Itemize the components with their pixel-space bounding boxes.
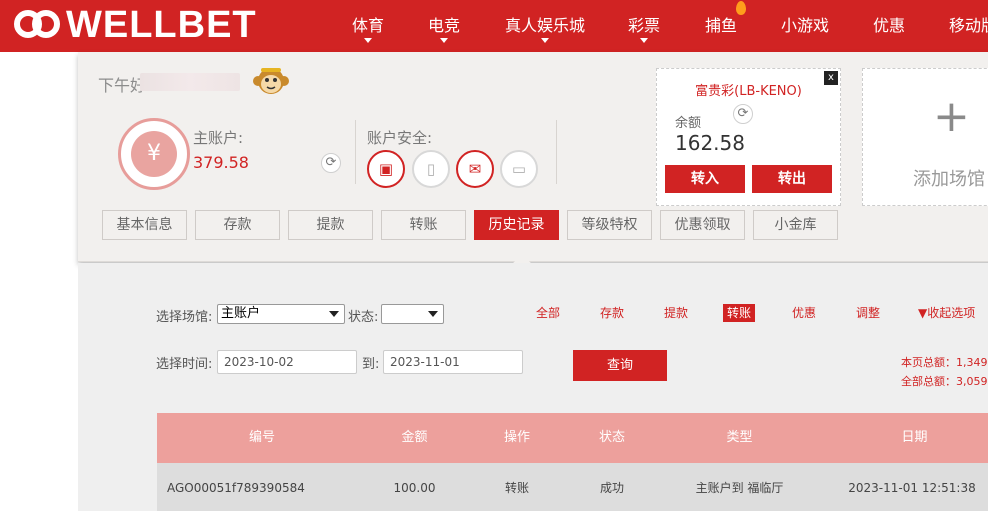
account-security-label: 账户安全:	[367, 129, 433, 147]
wallet-balance-label: 余额	[675, 116, 702, 131]
wellbet-logo[interactable]: WELLBET	[14, 4, 257, 46]
filter-tab-deposit[interactable]: 存款	[596, 304, 628, 322]
tab-withdraw[interactable]: 提款	[288, 210, 373, 240]
account-panel: 下午好 ¥ 主账户: 379.58 ⟳ 账户安全: ▣ ▯ ✉ ▭ 基本信息 存…	[78, 52, 988, 262]
cell-status: 成功	[599, 481, 624, 495]
email-icon[interactable]: ✉	[456, 150, 494, 188]
bank-card-icon[interactable]: ▭	[500, 150, 538, 188]
column-header-date: 日期	[901, 430, 928, 445]
wallet-balance: 162.58	[675, 131, 745, 155]
nav-item-live-casino[interactable]: 真人娱乐城	[505, 12, 585, 36]
date-to-input[interactable]: 2023-11-01	[383, 350, 523, 374]
chevron-down-icon	[541, 38, 549, 43]
nav-item-fishing[interactable]: 捕鱼	[705, 12, 737, 36]
nav-item-lottery[interactable]: 彩票	[628, 12, 660, 36]
divider	[355, 120, 356, 184]
filter-tab-promotion[interactable]: 优惠	[788, 304, 820, 322]
add-venue-card[interactable]: + 添加场馆	[862, 68, 988, 206]
nav-item-mobile[interactable]: 移动版	[949, 12, 988, 36]
chevron-down-icon	[440, 38, 448, 43]
status-select[interactable]	[381, 304, 444, 324]
tab-deposit[interactable]: 存款	[195, 210, 280, 240]
page-total: 本页总额：1,349.00	[901, 356, 988, 369]
query-button[interactable]: 查询	[573, 350, 667, 381]
cell-action: 转账	[504, 481, 529, 495]
tab-claim-promotions[interactable]: 优惠领取	[660, 210, 745, 240]
filter-tab-withdraw[interactable]: 提款	[660, 304, 692, 322]
nav-item-mini-games[interactable]: 小游戏	[781, 12, 829, 36]
username-masked	[140, 73, 240, 91]
table-row: AGO00051f789390584 100.00 转账 成功 主账户到 福临厅…	[157, 463, 988, 511]
cell-type: 主账户到 福临厅	[695, 481, 784, 495]
refresh-icon[interactable]: ⟳	[321, 153, 341, 173]
chevron-down-icon	[329, 311, 339, 317]
filter-tab-adjustment[interactable]: 调整	[852, 304, 884, 322]
refresh-icon[interactable]: ⟳	[733, 104, 753, 124]
greeting-text: 下午好	[98, 76, 147, 95]
chevron-down-icon	[640, 38, 648, 43]
transfer-out-button[interactable]: 转出	[752, 165, 832, 193]
nav-item-esports[interactable]: 电竞	[428, 12, 460, 36]
add-venue-label: 添加场馆	[913, 169, 985, 190]
chevron-down-icon	[428, 311, 438, 317]
venue-select[interactable]: 主账户	[217, 304, 345, 324]
wallet-name: 富贵彩(LB-KENO)	[695, 84, 802, 99]
wb-logo-mark-icon	[14, 10, 62, 40]
collapse-options-link[interactable]: ▼收起选项	[914, 304, 979, 322]
divider	[556, 120, 557, 184]
nav-item-sports[interactable]: 体育	[352, 12, 384, 36]
column-header-type: 类型	[726, 430, 753, 445]
money-bag-icon: ¥	[118, 118, 190, 190]
column-header-status: 状态	[598, 430, 625, 445]
status-label: 状态:	[348, 310, 379, 325]
nav-item-promotions[interactable]: 优惠	[873, 12, 905, 36]
transfer-in-button[interactable]: 转入	[665, 165, 745, 193]
hot-flame-icon	[736, 1, 746, 15]
to-label: 到:	[362, 357, 380, 372]
main-account-label: 主账户:	[193, 129, 244, 147]
cell-id: AGO00051f789390584	[167, 481, 305, 495]
tab-vip-privileges[interactable]: 等级特权	[567, 210, 652, 240]
chevron-down-icon	[364, 38, 372, 43]
date-from-input[interactable]: 2023-10-02	[217, 350, 357, 374]
column-header-amount: 金额	[401, 430, 428, 445]
cell-amount: 100.00	[393, 481, 436, 495]
top-navbar: WELLBET 体育 电竞 真人娱乐城 彩票 捕鱼 小游戏 优惠 移动版	[0, 0, 988, 52]
cell-date: 2023-11-01 12:51:38	[848, 481, 976, 495]
tab-transfer[interactable]: 转账	[381, 210, 466, 240]
table-header: 编号 金额 操作 状态 类型 日期	[157, 413, 988, 463]
tab-vault[interactable]: 小金库	[753, 210, 838, 240]
tab-basic-info[interactable]: 基本信息	[102, 210, 187, 240]
column-header-id: 编号	[248, 430, 275, 445]
brand-name: WELLBET	[66, 4, 257, 46]
tab-history[interactable]: 历史记录	[474, 210, 559, 240]
main-account-amount: 379.58	[193, 153, 249, 172]
venue-select-value: 主账户	[221, 306, 261, 321]
venue-label: 选择场馆:	[156, 310, 213, 325]
id-card-icon[interactable]: ▣	[367, 150, 405, 188]
game-wallet-card: x 富贵彩(LB-KENO) 余额 ⟳ 162.58 转入 转出	[656, 68, 841, 206]
filter-tab-all[interactable]: 全部	[532, 304, 564, 322]
all-total: 全部总额：3,059.00	[901, 375, 988, 388]
monkey-avatar-icon[interactable]	[253, 65, 289, 97]
column-header-action: 操作	[503, 430, 530, 445]
filter-tab-transfer[interactable]: 转账	[723, 304, 756, 322]
plus-icon: +	[933, 91, 970, 142]
time-label: 选择时间:	[156, 357, 213, 372]
sms-phone-icon[interactable]: ▯	[412, 150, 450, 188]
